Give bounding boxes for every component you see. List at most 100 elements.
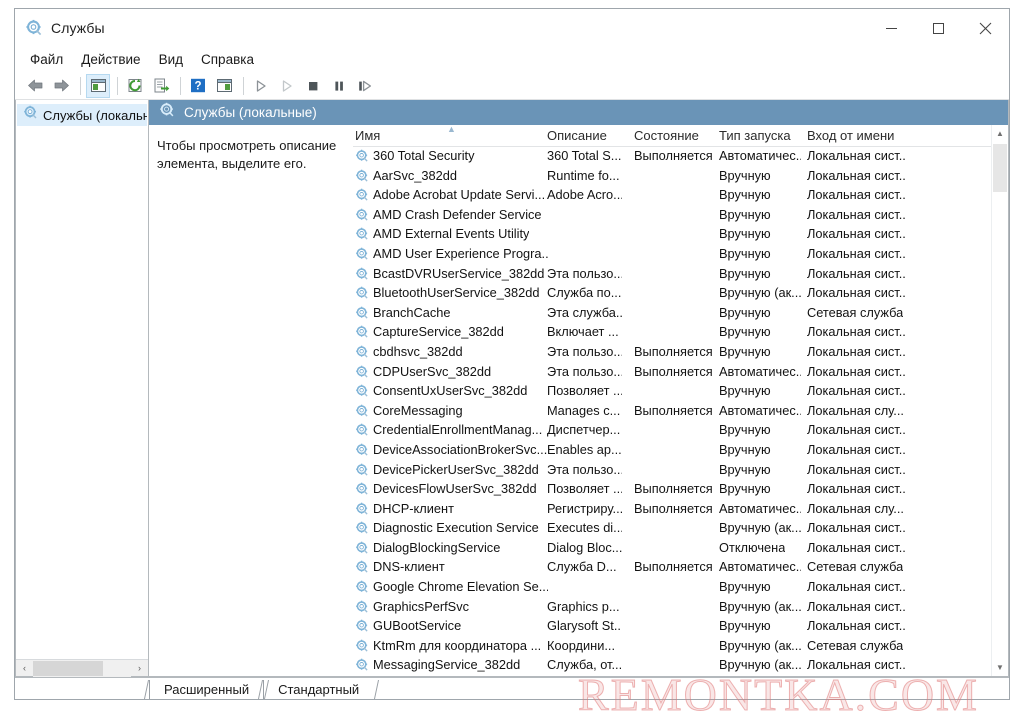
hscroll-track[interactable] bbox=[33, 659, 131, 677]
service-description: Manages c... bbox=[547, 402, 621, 418]
table-row[interactable]: Diagnostic Execution Service Executes di.… bbox=[353, 519, 991, 539]
sidebar-item-services-local[interactable]: Службы (локальн bbox=[17, 104, 147, 126]
menu-file[interactable]: Файл bbox=[21, 49, 72, 70]
start-service-icon[interactable] bbox=[249, 74, 273, 98]
services-gear-icon bbox=[355, 423, 369, 440]
table-row[interactable]: GUBootService Glarysoft St.. Вручную Локаль… bbox=[353, 617, 991, 637]
services-gear-icon bbox=[355, 325, 369, 342]
title-bar: Службы bbox=[15, 9, 1009, 47]
service-description: Enables ap... bbox=[547, 441, 622, 457]
close-button[interactable] bbox=[962, 9, 1009, 47]
scroll-left-icon[interactable]: ‹ bbox=[16, 660, 33, 677]
menu-action[interactable]: Действие bbox=[72, 49, 149, 70]
refresh-icon[interactable] bbox=[123, 74, 147, 98]
table-row[interactable]: AMD User Experience Progra... Вручную Лока… bbox=[353, 245, 991, 265]
menu-bar: Файл Действие Вид Справка bbox=[15, 47, 1009, 72]
show-hide-tree-icon[interactable] bbox=[86, 73, 110, 98]
help-icon[interactable]: ? bbox=[186, 74, 210, 98]
service-description: Служба, от... bbox=[547, 657, 622, 673]
restart-service-icon[interactable] bbox=[353, 74, 377, 98]
column-name[interactable]: Имя bbox=[355, 128, 380, 143]
table-row[interactable]: CoreMessaging Manages c... Выполняется Авто… bbox=[353, 402, 991, 422]
service-startup-type: Вручную bbox=[719, 343, 771, 359]
service-name: CDPUserSvc_382dd bbox=[373, 363, 492, 379]
table-row[interactable]: DialogBlockingService Dialog Bloc... Отклю… bbox=[353, 539, 991, 559]
service-description: Dialog Bloc... bbox=[547, 539, 622, 555]
table-row[interactable]: MessagingService_382dd Служба, от... Вручн… bbox=[353, 656, 991, 676]
table-row[interactable]: DHCP-клиент Регистриру... Выполняется Автом… bbox=[353, 500, 991, 520]
table-row[interactable]: BranchCache Эта служба... Вручную Сетевая с… bbox=[353, 304, 991, 324]
scroll-down-icon[interactable]: ▼ bbox=[992, 659, 1008, 676]
services-gear-icon bbox=[355, 600, 369, 617]
column-startup-type[interactable]: Тип запуска bbox=[719, 128, 791, 143]
table-row[interactable]: ConsentUxUserSvc_382dd Позволяет ... Вручн… bbox=[353, 382, 991, 402]
table-row[interactable]: KtmRm для координатора ... Координи... Вру… bbox=[353, 637, 991, 657]
service-log-on-as: Локальная сист... bbox=[807, 226, 907, 242]
table-row[interactable]: DeviceAssociationBrokerSvc... Enables ap.… bbox=[353, 441, 991, 461]
table-row[interactable]: Google Chrome Elevation Se... Вручную Лока… bbox=[353, 578, 991, 598]
service-name: BranchCache bbox=[373, 304, 451, 320]
service-startup-type: Вручную bbox=[719, 187, 771, 203]
table-row[interactable]: DNS-клиент Служба D... Выполняется Автомати… bbox=[353, 558, 991, 578]
service-startup-type: Вручную (ак... bbox=[719, 657, 801, 673]
service-status: Выполняется bbox=[634, 363, 713, 379]
maximize-button[interactable] bbox=[915, 9, 962, 47]
properties-icon[interactable] bbox=[212, 74, 236, 98]
sort-ascending-icon: ▲ bbox=[447, 124, 456, 134]
table-row[interactable]: CDPUserSvc_382dd Эта пользо... Выполняется… bbox=[353, 363, 991, 383]
vscroll-thumb[interactable] bbox=[993, 144, 1007, 192]
hscroll-thumb[interactable] bbox=[33, 660, 103, 676]
pause-service-icon[interactable] bbox=[327, 74, 351, 98]
toolbar-separator bbox=[117, 76, 118, 95]
tree-horizontal-scrollbar[interactable]: ‹ › bbox=[16, 659, 148, 677]
service-name: AMD User Experience Progra... bbox=[373, 245, 548, 261]
toolbar-separator bbox=[243, 76, 244, 95]
service-name: GraphicsPerfSvc bbox=[373, 598, 470, 614]
column-description[interactable]: Описание bbox=[547, 128, 607, 143]
service-name: DHCP-клиент bbox=[373, 500, 454, 516]
table-row[interactable]: GraphicsPerfSvc Graphics p... Вручную (ак.… bbox=[353, 598, 991, 618]
service-description: Позволяет ... bbox=[547, 481, 622, 497]
scroll-up-icon[interactable]: ▲ bbox=[992, 125, 1008, 142]
service-name: BcastDVRUserService_382dd bbox=[373, 265, 545, 281]
service-name: CoreMessaging bbox=[373, 402, 463, 418]
minimize-button[interactable] bbox=[868, 9, 915, 47]
table-row[interactable]: cbdhsvc_382dd Эта пользо... Выполняется Вру… bbox=[353, 343, 991, 363]
menu-help[interactable]: Справка bbox=[192, 49, 263, 70]
service-startup-type: Автоматичес... bbox=[719, 363, 801, 379]
back-arrow-icon[interactable] bbox=[23, 74, 47, 98]
services-gear-icon bbox=[355, 267, 369, 284]
stop-service-icon[interactable] bbox=[301, 74, 325, 98]
table-row[interactable]: BluetoothUserService_382dd Служба по... Вр… bbox=[353, 284, 991, 304]
table-row[interactable]: BcastDVRUserService_382dd Эта пользо... Вр… bbox=[353, 265, 991, 285]
service-name: 360 Total Security bbox=[373, 148, 475, 163]
tree-empty-area bbox=[16, 126, 148, 659]
tab-extended[interactable]: Расширенный bbox=[143, 680, 270, 699]
details-panel: Службы (локальные) Чтобы просмотреть опи… bbox=[149, 100, 1009, 677]
table-row[interactable]: AMD External Events Utility Вручную Локаль… bbox=[353, 225, 991, 245]
forward-arrow-icon[interactable] bbox=[49, 74, 73, 98]
column-status[interactable]: Состояние bbox=[634, 128, 699, 143]
table-row[interactable]: DevicePickerUserSvc_382dd Эта пользо... Вр… bbox=[353, 461, 991, 481]
svg-text:?: ? bbox=[194, 80, 201, 92]
vscroll-track[interactable] bbox=[992, 142, 1008, 659]
table-row[interactable]: 360 Total Security 360 Total S... Выполняе… bbox=[353, 147, 991, 167]
scroll-right-icon[interactable]: › bbox=[131, 660, 148, 677]
tab-standard[interactable]: Стандартный bbox=[258, 680, 380, 699]
table-row[interactable]: DevicesFlowUserSvc_382dd Позволяет ... Вып… bbox=[353, 480, 991, 500]
service-startup-type: Вручную bbox=[719, 304, 771, 320]
table-row[interactable]: CredentialEnrollmentManag... Диспетчер...… bbox=[353, 421, 991, 441]
list-vertical-scrollbar[interactable]: ▲ ▼ bbox=[991, 125, 1008, 676]
table-row[interactable]: AarSvc_382dd Runtime fo... Вручную Локальна… bbox=[353, 167, 991, 187]
service-startup-type: Вручную bbox=[719, 422, 771, 438]
table-row[interactable]: CaptureService_382dd Включает ... Вручную Л… bbox=[353, 323, 991, 343]
service-description: Executes di... bbox=[547, 520, 622, 536]
service-log-on-as: Локальная сист... bbox=[807, 187, 907, 203]
export-list-icon[interactable] bbox=[149, 74, 173, 98]
table-row[interactable]: AMD Crash Defender Service Вручную Локальн… bbox=[353, 206, 991, 226]
table-row[interactable]: Adobe Acrobat Update Servi... Adobe Acro.… bbox=[353, 186, 991, 206]
resume-service-icon[interactable] bbox=[275, 74, 299, 98]
column-log-on-as[interactable]: Вход от имени bbox=[807, 128, 894, 143]
menu-view[interactable]: Вид bbox=[150, 49, 192, 70]
service-log-on-as: Локальная сист... bbox=[807, 539, 907, 555]
